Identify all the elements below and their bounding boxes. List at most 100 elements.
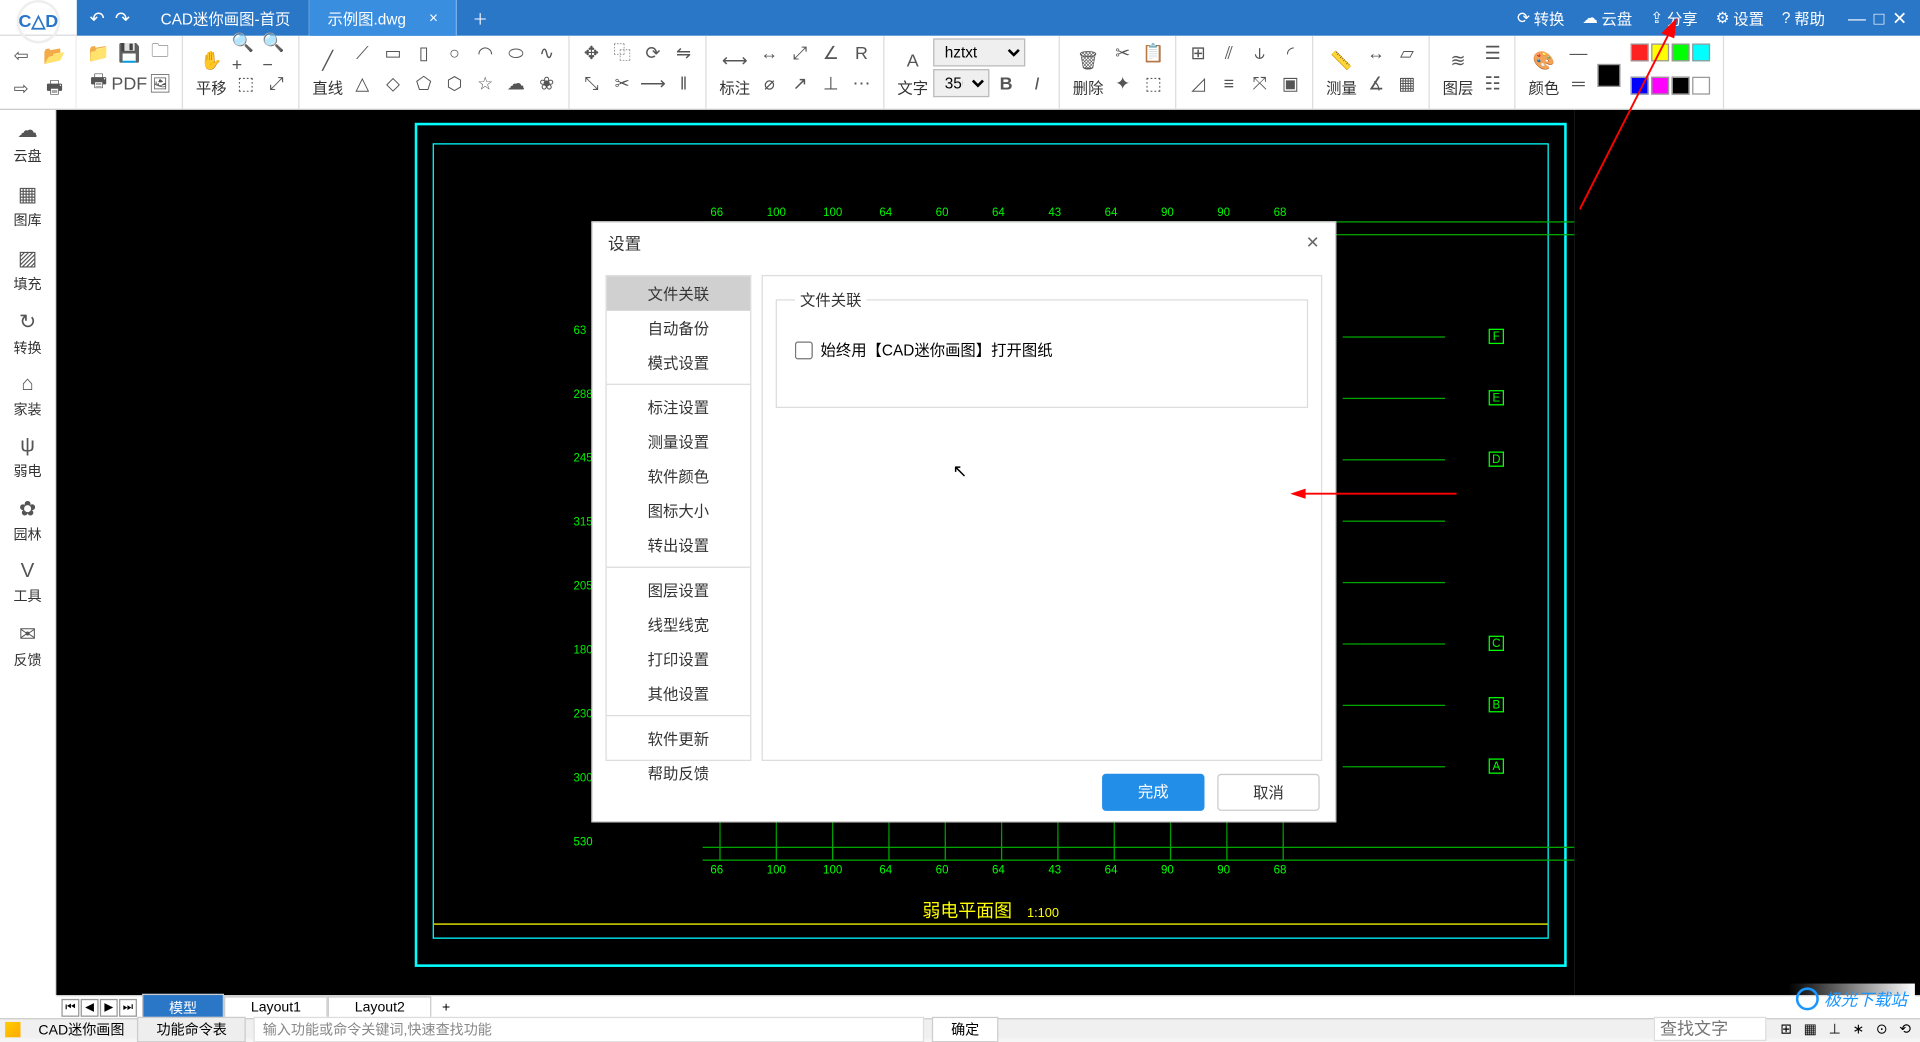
save-icon[interactable]: 💾	[115, 38, 143, 66]
dim-aligned-icon[interactable]: ⤢	[786, 38, 814, 66]
zoom-extents-icon[interactable]: ⤢	[262, 69, 290, 97]
rotate-icon[interactable]: ⟳	[639, 38, 667, 66]
rect-icon[interactable]: ▭	[379, 38, 407, 66]
settings-nav-item-10[interactable]: 打印设置	[607, 642, 750, 677]
color-tool[interactable]: 🎨 颜色	[1523, 38, 1564, 106]
align-icon[interactable]: ≡	[1215, 69, 1243, 97]
close-button[interactable]: ✕	[1892, 7, 1907, 29]
close-tab-icon[interactable]: ×	[429, 9, 438, 27]
bold-icon[interactable]: B	[992, 69, 1020, 97]
size-select[interactable]: 350	[933, 69, 989, 97]
measure-tool[interactable]: 📏 测量	[1321, 38, 1362, 106]
dim-tool[interactable]: ⟷ 标注	[714, 38, 755, 106]
file-open-icon[interactable]: 📁	[84, 38, 112, 66]
settings-nav-item-8[interactable]: 图层设置	[607, 573, 750, 608]
convert-menu[interactable]: ⟳转换	[1512, 7, 1570, 29]
share-menu[interactable]: ⇪分享	[1645, 7, 1703, 29]
settings-nav-item-11[interactable]: 其他设置	[607, 677, 750, 717]
table-icon[interactable]: ▦	[1393, 69, 1421, 97]
settings-nav-item-13[interactable]: 帮助反馈	[607, 756, 750, 791]
dim-diameter-icon[interactable]: ⌀	[755, 69, 783, 97]
fillet-icon[interactable]: ◜	[1276, 38, 1304, 66]
fg-swatch[interactable]	[1598, 63, 1621, 86]
add-layout-button[interactable]: +	[432, 997, 461, 1017]
pdf-icon[interactable]: PDF	[115, 69, 143, 97]
circle-icon[interactable]: ○	[440, 38, 468, 66]
join-icon[interactable]: ⫝	[1246, 38, 1274, 66]
break-icon[interactable]: ⫽	[1215, 38, 1243, 66]
track-icon[interactable]: ⟲	[1899, 1022, 1911, 1037]
next-layout-icon[interactable]: ▶	[100, 998, 118, 1016]
extend-icon[interactable]: ⟶	[639, 69, 667, 97]
block-icon[interactable]: ▣	[1276, 69, 1304, 97]
font-select[interactable]: hztxt	[933, 38, 1025, 66]
settings-nav-item-9[interactable]: 线型线宽	[607, 608, 750, 643]
tab-drawing[interactable]: 示例图.dwg ×	[310, 0, 458, 36]
zoom-out-icon[interactable]: 🔍−	[262, 38, 290, 66]
settings-nav-item-0[interactable]: 文件关联	[607, 276, 750, 311]
image-icon[interactable]: 🖼	[146, 69, 174, 97]
mirror-icon[interactable]: ⇋	[669, 38, 697, 66]
spline-icon[interactable]: ∿	[533, 38, 561, 66]
ellipse-icon[interactable]: ⬭	[502, 38, 530, 66]
tri-icon[interactable]: △	[348, 69, 376, 97]
quad-icon[interactable]: ◇	[379, 69, 407, 97]
sidebar-item-7[interactable]: V工具	[0, 553, 55, 614]
hex-icon[interactable]: ⬡	[440, 69, 468, 97]
confirm-button[interactable]: 确定	[932, 1016, 999, 1042]
export-icon[interactable]: ⇨	[7, 75, 35, 103]
dim-ord-icon[interactable]: ⊥	[817, 69, 845, 97]
undo-icon[interactable]: ↶	[90, 7, 105, 29]
zoom-in-icon[interactable]: 🔍+	[232, 38, 260, 66]
linetype-icon[interactable]: —	[1564, 38, 1592, 66]
color-swatch-5[interactable]	[1651, 76, 1669, 94]
cloud-menu[interactable]: ☁云盘	[1577, 7, 1637, 29]
find-text-input[interactable]	[1654, 1017, 1767, 1041]
scale-icon[interactable]: ⤡	[577, 69, 605, 97]
layer-tool[interactable]: ≋ 图层	[1438, 38, 1479, 106]
settings-nav-item-3[interactable]: 标注设置	[607, 390, 750, 425]
area-icon[interactable]: ▱	[1393, 38, 1421, 66]
prev-layout-icon[interactable]: ◀	[81, 998, 99, 1016]
zoom-window-icon[interactable]: ⬚	[232, 69, 260, 97]
settings-menu[interactable]: ⚙设置	[1710, 7, 1769, 29]
revision-icon[interactable]: ❀	[533, 69, 561, 97]
color-swatch-0[interactable]	[1631, 43, 1649, 61]
color-swatch-4[interactable]	[1631, 76, 1649, 94]
text-tool[interactable]: A 文字	[892, 38, 933, 106]
polyline-icon[interactable]: ⟋	[348, 38, 376, 66]
layer-off-icon[interactable]: ☷	[1479, 69, 1507, 97]
settings-nav-item-4[interactable]: 测量设置	[607, 425, 750, 460]
layer-on-icon[interactable]: ☰	[1479, 38, 1507, 66]
minimize-button[interactable]: —	[1848, 8, 1866, 28]
polar-icon[interactable]: ∗	[1852, 1022, 1864, 1037]
cut-icon[interactable]: ✂	[1109, 38, 1137, 66]
italic-icon[interactable]: I	[1023, 69, 1051, 97]
dialog-ok-button[interactable]: 完成	[1102, 774, 1204, 811]
first-layout-icon[interactable]: ⏮	[61, 998, 79, 1016]
arc-icon[interactable]: ◠	[471, 38, 499, 66]
sidebar-item-1[interactable]: ▦图库	[0, 174, 55, 238]
line-tool[interactable]: ╱ 直线	[307, 38, 348, 106]
settings-nav-item-1[interactable]: 自动备份	[607, 311, 750, 346]
grid-icon[interactable]: ▦	[1804, 1022, 1817, 1037]
paste-icon[interactable]: 📋	[1139, 38, 1167, 66]
settings-nav-item-6[interactable]: 图标大小	[607, 494, 750, 529]
dialog-close-icon[interactable]: ✕	[1306, 232, 1320, 252]
pent-icon[interactable]: ⬠	[410, 69, 438, 97]
trim-icon[interactable]: ✂	[608, 69, 636, 97]
settings-nav-item-12[interactable]: 软件更新	[607, 721, 750, 756]
open-icon[interactable]: 📂	[40, 41, 68, 69]
dim-linear-icon[interactable]: ↔	[755, 38, 783, 66]
dim-radius-icon[interactable]: R	[847, 38, 875, 66]
command-input[interactable]: 输入功能或命令关键词,快速查找功能	[254, 1016, 924, 1042]
file-assoc-checkbox[interactable]: 始终用【CAD迷你画图】打开图纸	[795, 339, 1289, 361]
chamfer-icon[interactable]: ◿	[1184, 69, 1212, 97]
stretch-icon[interactable]: ⤧	[1246, 69, 1274, 97]
dialog-cancel-button[interactable]: 取消	[1217, 774, 1319, 811]
move-icon[interactable]: ✥	[577, 38, 605, 66]
color-swatch-6[interactable]	[1672, 76, 1690, 94]
delete-tool[interactable]: 🗑 删除	[1068, 38, 1109, 106]
lineweight-icon[interactable]: ═	[1564, 69, 1592, 97]
snap-icon[interactable]: ⊞	[1780, 1022, 1792, 1037]
